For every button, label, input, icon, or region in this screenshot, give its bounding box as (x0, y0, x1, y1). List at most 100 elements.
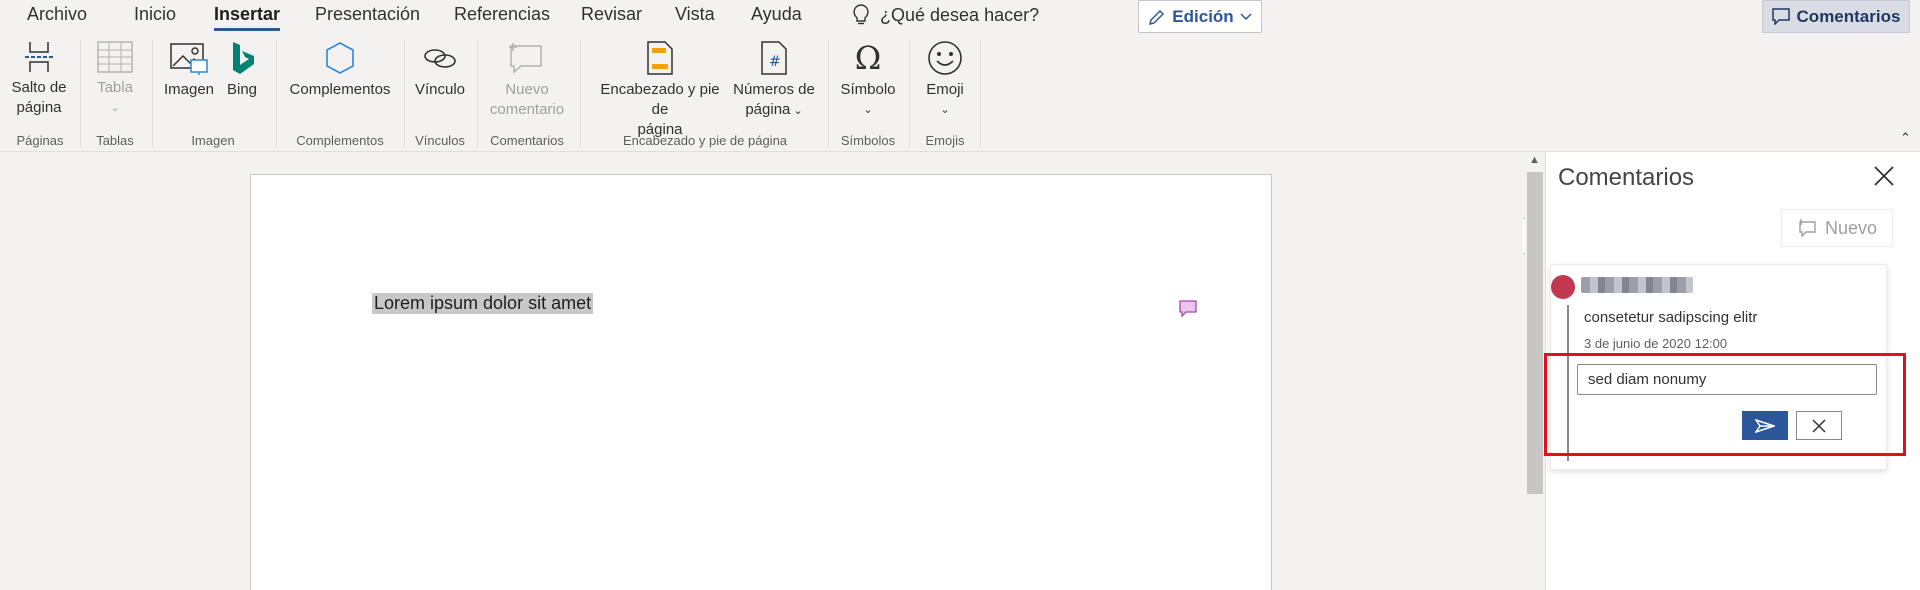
addins-icon (326, 42, 354, 74)
image-button[interactable]: Imagen (163, 40, 215, 100)
cancel-reply-button[interactable] (1796, 411, 1842, 440)
group-label-emojis: Emojis (925, 133, 965, 148)
tab-inicio[interactable]: Inicio (134, 4, 176, 25)
edit-mode-label: Edición (1172, 6, 1234, 26)
comment-card[interactable]: consetetur sadipscing elitr 3 de junio d… (1550, 264, 1887, 470)
thread-line (1567, 305, 1569, 461)
chevron-down-icon: ⌄ (790, 105, 803, 117)
document-area: Lorem ipsum dolor sit amet (0, 152, 1545, 590)
page-numbers-label-row: página ⌄ (731, 100, 817, 121)
new-comment-button[interactable]: Nuevo comentario (484, 40, 570, 120)
document-text[interactable]: Lorem ipsum dolor sit amet (372, 293, 594, 314)
reply-input[interactable] (1577, 364, 1877, 395)
separator (580, 40, 581, 148)
separator (152, 40, 153, 148)
edit-mode-button[interactable]: Edición (1138, 0, 1262, 33)
comment-icon (1771, 8, 1790, 25)
symbol-label: Símbolo (840, 81, 896, 98)
chevron-down-icon (1240, 12, 1252, 20)
table-label: Tabla (97, 79, 133, 96)
send-icon (1755, 418, 1775, 433)
page-break-label-1: Salto de (11, 79, 67, 96)
tell-me-label: ¿Qué desea hacer? (880, 4, 1040, 25)
separator (276, 40, 277, 148)
vertical-scrollbar[interactable]: ▲ (1525, 152, 1545, 590)
tab-insertar[interactable]: Insertar (214, 4, 281, 31)
separator (980, 40, 981, 148)
ribbon: Salto de página Tabla ⌄ Imagen Bing Comp… (0, 34, 1920, 152)
group-label-complementos: Complementos (296, 133, 384, 148)
tab-vista[interactable]: Vista (675, 4, 715, 25)
page-break-label-2: página (16, 99, 62, 116)
header-footer-icon (647, 41, 673, 75)
tab-referencias[interactable]: Referencias (454, 4, 550, 25)
comment-marker-icon[interactable] (1178, 299, 1198, 319)
page-numbers-button[interactable]: # Números de página ⌄ (731, 40, 817, 121)
comment-author-blurred (1581, 277, 1693, 293)
close-icon (1812, 418, 1826, 433)
new-comment-icon (1799, 219, 1816, 237)
image-icon (170, 43, 208, 75)
separator (80, 40, 81, 148)
lightbulb-icon (853, 4, 869, 25)
link-button[interactable]: Vínculo (414, 40, 466, 100)
menu-bar: Archivo Inicio Insertar Presentación Ref… (0, 0, 1920, 34)
comment-text: consetetur sadipscing elitr (1584, 309, 1758, 326)
symbol-button[interactable]: Ω Símbolo ⌄ (834, 40, 902, 120)
group-label-encabezado: Encabezado y pie de página (622, 133, 788, 148)
avatar (1551, 275, 1575, 299)
chevron-down-icon: ⌄ (110, 102, 120, 114)
send-reply-button[interactable] (1742, 411, 1788, 440)
group-label-comentarios: Comentarios (490, 133, 564, 148)
separator (828, 40, 829, 148)
collapse-ribbon-icon[interactable]: ⌃ (1900, 130, 1911, 146)
new-comment-label-1: Nuevo (505, 81, 549, 98)
page-number-icon: # (761, 41, 787, 75)
addins-button[interactable]: Complementos (286, 40, 394, 100)
separator (477, 40, 478, 148)
tab-presentacion[interactable]: Presentación (315, 4, 420, 25)
tell-me-search[interactable]: ¿Qué desea hacer? (852, 4, 1039, 26)
header-footer-button[interactable]: Encabezado y pie de página (590, 40, 730, 140)
page-break-button[interactable]: Salto de página (8, 40, 70, 118)
group-label-imagen: Imagen (191, 133, 235, 148)
svg-text:#: # (769, 54, 781, 70)
chevron-down-icon: ⌄ (940, 104, 950, 116)
scroll-up-icon[interactable]: ▲ (1529, 154, 1540, 166)
comment-date: 3 de junio de 2020 12:00 (1584, 336, 1728, 351)
chevron-down-icon: ⌄ (863, 104, 873, 116)
link-label: Vínculo (414, 81, 466, 98)
tab-ayuda[interactable]: Ayuda (751, 4, 802, 25)
bing-label: Bing (226, 81, 258, 98)
comments-pane-title: Comentarios (1558, 164, 1695, 191)
bing-button[interactable]: Bing (222, 40, 262, 100)
close-icon[interactable] (1873, 165, 1895, 187)
separator (909, 40, 910, 148)
link-icon (424, 49, 456, 68)
bing-icon (233, 42, 254, 74)
page-numbers-label-2: página (745, 101, 791, 118)
new-comment-label-2: comentario (489, 101, 565, 118)
page-break-icon (25, 42, 53, 72)
image-label: Imagen (163, 81, 215, 98)
table-button[interactable]: Tabla ⌄ (90, 40, 140, 118)
emoji-label: Emoji (926, 81, 964, 98)
pencil-icon (1149, 9, 1165, 25)
group-label-tablas: Tablas (96, 133, 134, 148)
new-comment-pane-button[interactable]: Nuevo (1781, 209, 1893, 247)
tab-revisar[interactable]: Revisar (581, 4, 642, 25)
group-label-paginas: Páginas (16, 133, 64, 148)
scroll-thumb[interactable] (1527, 172, 1543, 494)
document-page[interactable]: Lorem ipsum dolor sit amet (250, 174, 1545, 590)
tab-archivo[interactable]: Archivo (27, 4, 87, 25)
header-footer-label-1: Encabezado y pie de (600, 81, 720, 118)
comments-toggle-label: Comentarios (1796, 6, 1901, 26)
new-comment-icon (509, 43, 542, 74)
page-numbers-label-1: Números de (733, 81, 815, 98)
emoji-button[interactable]: Emoji ⌄ (919, 40, 971, 120)
omega-icon: Ω (854, 39, 882, 77)
comments-toggle-button[interactable]: Comentarios (1762, 0, 1910, 33)
comments-pane: Comentarios Nuevo consetetur sadipscing … (1545, 152, 1920, 590)
smiley-icon (928, 41, 962, 75)
addins-label: Complementos (289, 81, 391, 98)
